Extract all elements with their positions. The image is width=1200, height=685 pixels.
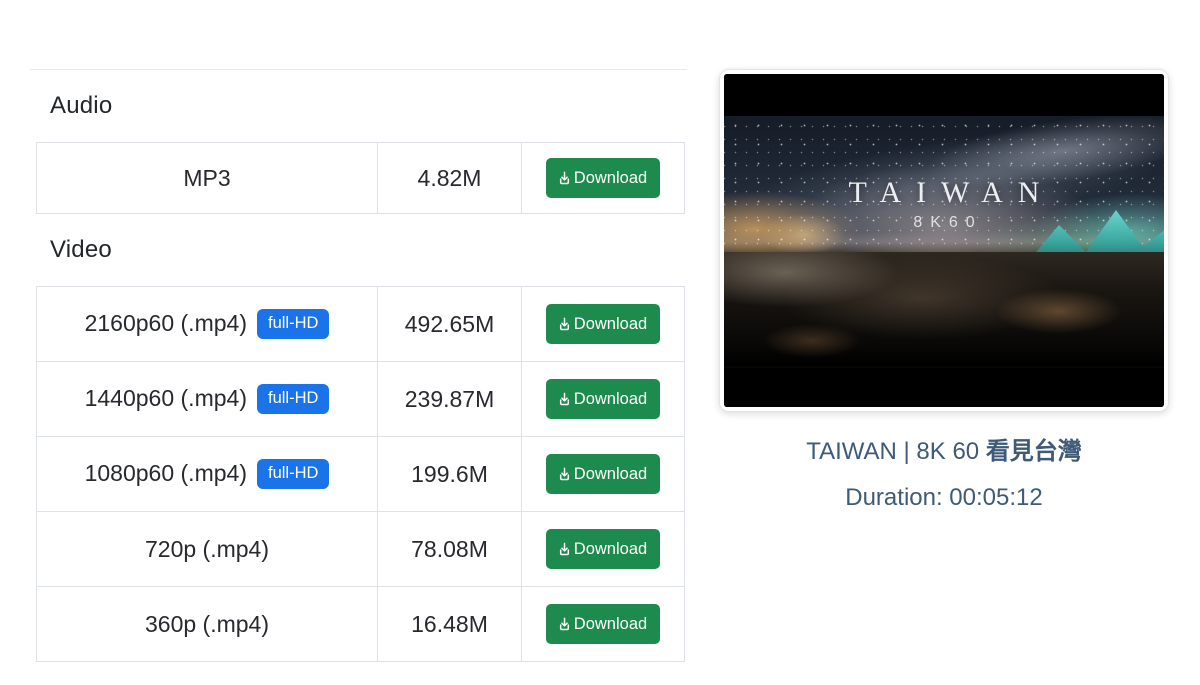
page: Audio MP3 4.82M Download Video 2160p60 (… — [0, 0, 1200, 685]
table-row: MP3 4.82M Download — [36, 142, 685, 214]
file-size: 492.65M — [404, 310, 495, 337]
video-title: TAIWAN | 8K 60 看見台灣 — [719, 431, 1169, 466]
download-icon — [556, 541, 573, 558]
audio-format-label: MP3 — [183, 164, 231, 191]
download-button-label: Download — [573, 539, 648, 558]
video-thumbnail: TAIWAN 8K60 — [724, 74, 1164, 407]
letterbox-bottom — [724, 367, 1164, 407]
audio-download-table: MP3 4.82M Download — [36, 142, 685, 214]
download-icon — [556, 391, 573, 408]
download-button[interactable]: Download — [545, 604, 661, 644]
download-button[interactable]: Download — [545, 454, 661, 494]
audio-section-heading: Audio — [50, 92, 113, 119]
video-title-cjk: 看見台灣 — [985, 438, 1082, 465]
file-size: 239.87M — [404, 385, 495, 412]
download-button-label: Download — [573, 314, 648, 333]
video-format-label: 360p (.mp4) — [144, 610, 269, 637]
file-size: 199.6M — [411, 460, 488, 487]
video-format-label: 1440p60 (.mp4) — [84, 385, 247, 411]
download-button-label: Download — [573, 464, 648, 483]
file-size: 4.82M — [417, 164, 482, 191]
download-button[interactable]: Download — [545, 158, 661, 198]
thumbnail-subtitle-text: 8K60 — [913, 214, 983, 231]
rocks-graphic — [724, 252, 1164, 366]
download-icon — [556, 316, 573, 333]
download-icon — [556, 616, 573, 633]
download-button-label: Download — [573, 168, 648, 187]
download-button[interactable]: Download — [545, 379, 661, 419]
download-options-panel: Audio MP3 4.82M Download Video 2160p60 (… — [30, 69, 687, 662]
table-row: 720p (.mp4) 78.08M Download — [36, 511, 685, 587]
download-button-label: Download — [573, 389, 648, 408]
file-size: 16.48M — [411, 610, 488, 637]
video-section-heading: Video — [50, 236, 112, 263]
video-title-latin: TAIWAN | 8K 60 — [806, 438, 986, 465]
full-hd-badge: full-HD — [256, 459, 330, 489]
download-icon — [556, 466, 573, 483]
file-size: 78.08M — [411, 535, 488, 562]
table-row: 1080p60 (.mp4) full-HD 199.6M Download — [36, 436, 685, 512]
download-button[interactable]: Download — [545, 529, 661, 569]
video-format-label: 1080p60 (.mp4) — [84, 460, 247, 486]
thumbnail-title-text: TAIWAN — [848, 176, 1055, 209]
video-format-label: 2160p60 (.mp4) — [84, 310, 247, 336]
video-download-table: 2160p60 (.mp4) full-HD 492.65M Download 1… — [36, 286, 685, 662]
table-row: 360p (.mp4) 16.48M Download — [36, 586, 685, 662]
video-format-label: 720p (.mp4) — [144, 535, 269, 562]
download-button-label: Download — [573, 614, 648, 633]
video-duration: Duration: 00:05:12 — [845, 484, 1043, 511]
table-row: 2160p60 (.mp4) full-HD 492.65M Download — [36, 286, 685, 362]
table-row: 1440p60 (.mp4) full-HD 239.87M Download — [36, 361, 685, 437]
video-thumbnail-card: TAIWAN 8K60 — [719, 69, 1169, 412]
full-hd-badge: full-HD — [256, 309, 330, 339]
letterbox-top — [724, 74, 1164, 116]
full-hd-badge: full-HD — [256, 384, 330, 414]
download-button[interactable]: Download — [545, 304, 661, 344]
video-info-panel: TAIWAN 8K60 TAIWAN | 8K 60 看見台灣 Duration… — [719, 69, 1169, 512]
download-icon — [556, 170, 573, 187]
